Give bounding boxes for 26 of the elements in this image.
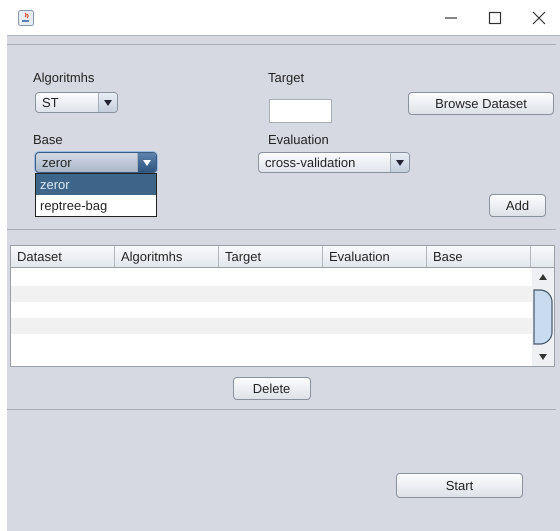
caret-icon <box>104 100 112 106</box>
caret-icon <box>396 160 404 166</box>
delete-button[interactable]: Delete <box>232 377 310 400</box>
dropdown-option[interactable]: zeror <box>36 174 156 195</box>
column-header[interactable]: Dataset <box>11 246 115 267</box>
evaluation-combo[interactable]: cross-validation <box>258 152 410 173</box>
field-label: Target <box>268 70 306 85</box>
add-button[interactable]: Add <box>489 194 546 217</box>
close-icon[interactable] <box>532 10 546 24</box>
maximize-icon[interactable] <box>488 10 502 24</box>
app-icon <box>18 10 34 26</box>
column-header[interactable]: Evaluation <box>323 246 427 267</box>
start-button[interactable]: Start <box>396 473 523 498</box>
target-field[interactable] <box>269 99 332 123</box>
algorithm-combo[interactable]: ST <box>35 92 118 113</box>
caret-icon <box>143 160 151 166</box>
field-label: Evaluation <box>268 132 330 147</box>
field-label: Base <box>33 132 64 147</box>
dropdown-option[interactable]: reptree-bag <box>36 195 156 216</box>
scrollbar[interactable] <box>532 268 554 366</box>
browse-dataset-button[interactable]: Browse Dataset <box>408 92 554 115</box>
base-combo[interactable]: zeror <box>35 152 157 173</box>
column-header[interactable]: Target <box>219 246 323 267</box>
field-label: Algoritmhs <box>33 70 96 85</box>
column-header[interactable]: Algoritmhs <box>115 246 219 267</box>
column-header[interactable]: Base <box>427 246 531 267</box>
